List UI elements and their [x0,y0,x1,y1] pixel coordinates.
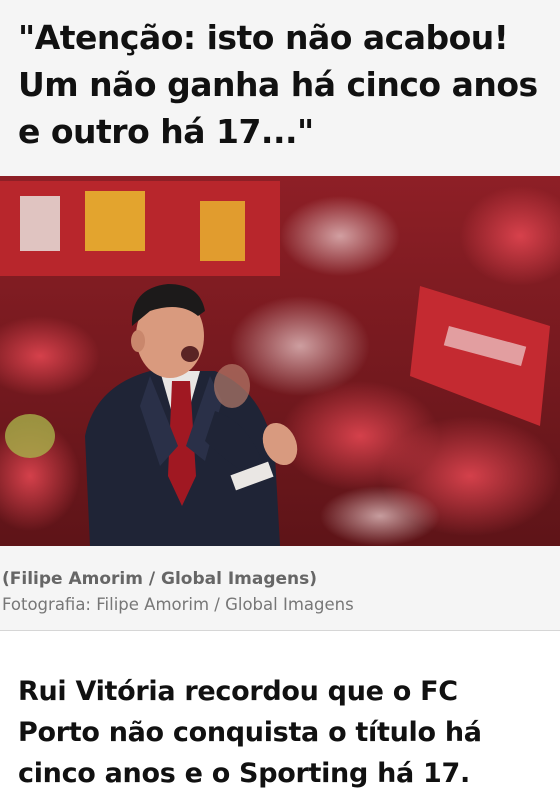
caption-photo-credit: Fotografia: Filipe Amorim / Global Image… [2,595,354,614]
caption-credit: (Filipe Amorim / Global Imagens) [2,569,318,589]
article-photo[interactable] [0,176,560,546]
lead-text: Rui Vitória recordou que o FC Porto não … [18,676,482,789]
photo-caption: (Filipe Amorim / Global Imagens) Fotogra… [0,546,560,631]
article-headline: "Atenção: isto não acabou! Um não ganha … [18,18,538,151]
article-lead: Rui Vitória recordou que o FC Porto não … [0,631,560,800]
photo-illustration [0,176,560,546]
